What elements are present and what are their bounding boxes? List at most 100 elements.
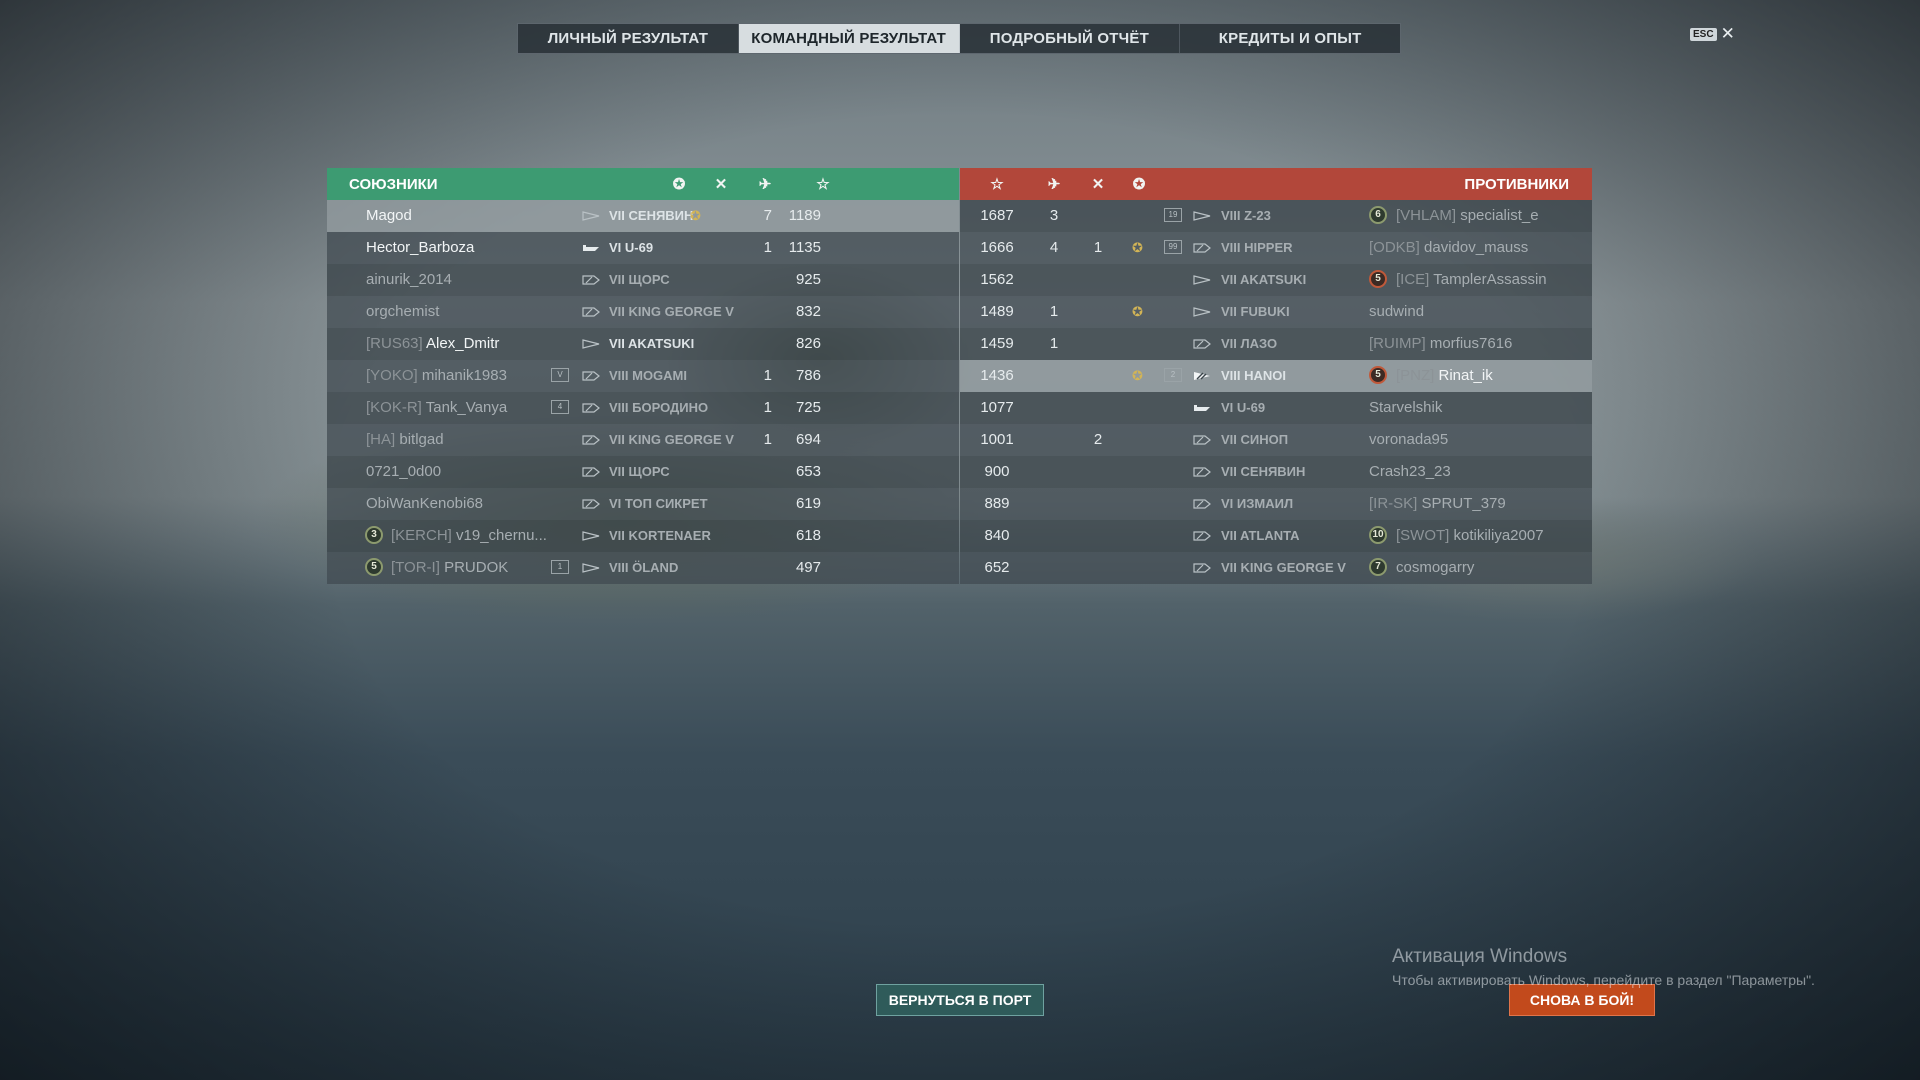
score-value: 497 (795, 559, 821, 576)
battleship-class-icon (582, 435, 600, 445)
score-value: 832 (795, 303, 821, 320)
enemy-row[interactable]: 1459 1 VII ЛАЗО [RUIMP] morfius7616 (960, 328, 1592, 360)
tab-personal-result[interactable]: ЛИЧНЫЙ РЕЗУЛЬТАТ (518, 24, 739, 53)
tab-detailed-report[interactable]: ПОДРОБНЫЙ ОТЧЁТ (960, 24, 1181, 53)
ally-row[interactable]: 5 [TOR-I] PRUDOK 1 VIII ÖLAND 497 (327, 552, 959, 584)
player-name: v19_chernu... (456, 527, 547, 544)
battleship-class-icon (1193, 243, 1211, 253)
ally-row[interactable]: orgchemist VII KING GEORGE V 832 (327, 296, 959, 328)
planes-value: 1 (763, 431, 772, 448)
clan-tag: [RUS63] (366, 335, 423, 352)
ship-name: VI ИЗМАИЛ (1221, 496, 1294, 511)
player-name-cell: [SWOT] kotikiliya2007 (1396, 527, 1544, 544)
destroyer-class-icon (1193, 275, 1211, 285)
battleship-class-icon (582, 499, 600, 509)
score-value: 694 (795, 431, 821, 448)
player-name: bitlgad (399, 431, 444, 448)
player-name: Magod (366, 207, 412, 224)
player-name: Starvelshik (1369, 399, 1443, 416)
enemy-row[interactable]: 1077 VI U-69 Starvelshik (960, 392, 1592, 424)
ship-name: VII KING GEORGE V (609, 304, 734, 319)
watermark-title: Активация Windows (1392, 946, 1568, 967)
player-name-cell: [RUS63] Alex_Dmitr (366, 335, 499, 352)
enemy-row[interactable]: 1666 4 1 ✪ 99 VIII HIPPER [ODKB] davidov_mauss (960, 232, 1592, 264)
kills-value: 2 (1093, 431, 1103, 448)
destroyer-class-icon (1193, 211, 1211, 221)
clan-tag: [ODKB] (1369, 239, 1420, 256)
clan-tag: [VHLAM] (1396, 207, 1457, 224)
division-badge: 2 (1164, 368, 1182, 382)
score-value: 889 (984, 495, 1010, 512)
ally-row[interactable]: 3 [KERCH] v19_chernu... VII KORTENAER 618 (327, 520, 959, 552)
ally-row[interactable]: Magod VII СЕНЯВИН ✪ 7 1189 (327, 200, 959, 232)
ally-row[interactable]: ObiWanKenobi68 VI ТОП СИКРЕТ 619 (327, 488, 959, 520)
player-name-cell: 0721_0d00 (366, 463, 441, 480)
clan-tag: [KOK-R] (366, 399, 422, 416)
enemy-row[interactable]: 889 VI ИЗМАИЛ [IR-SK] SPRUT_379 (960, 488, 1592, 520)
ally-row[interactable]: [HA] bitlgad VII KING GEORGE V 1 694 (327, 424, 959, 456)
destroyer-class-icon (1193, 307, 1211, 317)
enemy-row[interactable]: 1687 3 19 VIII Z-23 6 [VHLAM] specialist_e (960, 200, 1592, 232)
clan-tag: [HA] (366, 431, 396, 448)
star-icon: ☆ (990, 176, 1004, 193)
ally-row[interactable]: ainurik_2014 VII ЩОРС 925 (327, 264, 959, 296)
player-name-cell: Starvelshik (1369, 399, 1442, 416)
ship-name: VII KORTENAER (609, 528, 711, 543)
enemy-row[interactable]: 652 VII KING GEORGE V 7 cosmogarry (960, 552, 1592, 584)
planes-value: 1 (763, 399, 772, 416)
tab-credits-xp[interactable]: КРЕДИТЫ И ОПЫТ (1180, 24, 1400, 53)
division-badge: 19 (1164, 208, 1182, 222)
return-to-port-button[interactable]: ВЕРНУТЬСЯ В ПОРТ (876, 984, 1044, 1016)
score-value: 925 (795, 271, 821, 288)
player-name: kotikiliya2007 (1453, 527, 1544, 544)
ally-row[interactable]: [YOKO] mihanik1983 V VIII MOGAMI 1 786 (327, 360, 959, 392)
player-name: Alex_Dmitr (426, 335, 500, 352)
ship-name: VIII ÖLAND (609, 560, 679, 575)
score-value: 1489 (980, 303, 1014, 320)
player-name: sudwind (1369, 303, 1425, 320)
tab-team-result[interactable]: КОМАНДНЫЙ РЕЗУЛЬТАТ (738, 24, 960, 53)
ship-name: VII KING GEORGE V (1221, 560, 1346, 575)
score-value: 1562 (980, 271, 1014, 288)
enemy-row[interactable]: 840 VII ATLANTA 10 [SWOT] kotikiliya2007 (960, 520, 1592, 552)
ally-row[interactable]: [KOK-R] Tank_Vanya 4 VIII БОРОДИНО 1 725 (327, 392, 959, 424)
player-name: orgchemist (366, 303, 440, 320)
player-name-cell: sudwind (1369, 303, 1424, 320)
windows-activation-watermark: Активация Windows Чтобы активировать Win… (1392, 946, 1815, 988)
close-button[interactable]: ESC ✕ (1690, 25, 1735, 42)
rank-icon: 10 (1369, 526, 1387, 544)
ally-row[interactable]: 0721_0d00 VII ЩОРС 653 (327, 456, 959, 488)
player-name-cell: [IR-SK] SPRUT_379 (1369, 495, 1506, 512)
rank-icon: 7 (1369, 558, 1387, 576)
ship-name: VI U-69 (1221, 400, 1266, 415)
clan-tag: [IR-SK] (1369, 495, 1418, 512)
score-value: 1135 (788, 239, 821, 256)
ship-name: VII ATLANTA (1221, 528, 1300, 543)
ally-row[interactable]: Hector_Barboza VI U-69 1 1135 (327, 232, 959, 264)
player-name-cell: cosmogarry (1396, 559, 1474, 576)
esc-key-icon: ESC (1690, 27, 1717, 41)
score-value: 1459 (980, 335, 1014, 352)
enemy-row[interactable]: 900 VII СЕНЯВИН Crash23_23 (960, 456, 1592, 488)
allies-panel: СОЮЗНИКИ ✪ ✕ ✈ ☆ Magod VII СЕНЯВИН ✪ 7 1189 H… (327, 168, 959, 584)
player-name-cell: [RUIMP] morfius7616 (1369, 335, 1512, 352)
destroyer-class-icon (582, 563, 600, 573)
player-name-cell: ObiWanKenobi68 (366, 495, 483, 512)
score-value: 618 (795, 527, 821, 544)
enemy-row[interactable]: 1001 2 VII СИНОП voronada95 (960, 424, 1592, 456)
score-value: 652 (984, 559, 1010, 576)
planes-value: 1 (763, 367, 772, 384)
score-value: 840 (984, 527, 1010, 544)
division-badge: 99 (1164, 240, 1182, 254)
player-name: morfius7616 (1429, 335, 1513, 352)
destroyer-class-icon (1193, 371, 1211, 381)
player-name-cell: [KOK-R] Tank_Vanya (366, 399, 507, 416)
score-value: 1189 (788, 207, 821, 224)
enemy-row[interactable]: 1436 ✪ 2 VIII HANOI 5 [PNZ] Rinat_ik (960, 360, 1592, 392)
player-name: voronada95 (1369, 431, 1449, 448)
division-badge: 1 (551, 560, 569, 574)
battle-again-button[interactable]: СНОВА В БОЙ! (1509, 984, 1655, 1016)
enemy-row[interactable]: 1562 VII AKATSUKI 5 [ICE] TamplerAssassin (960, 264, 1592, 296)
ally-row[interactable]: [RUS63] Alex_Dmitr VII AKATSUKI 826 (327, 328, 959, 360)
enemy-row[interactable]: 1489 1 ✪ VII FUBUKI sudwind (960, 296, 1592, 328)
